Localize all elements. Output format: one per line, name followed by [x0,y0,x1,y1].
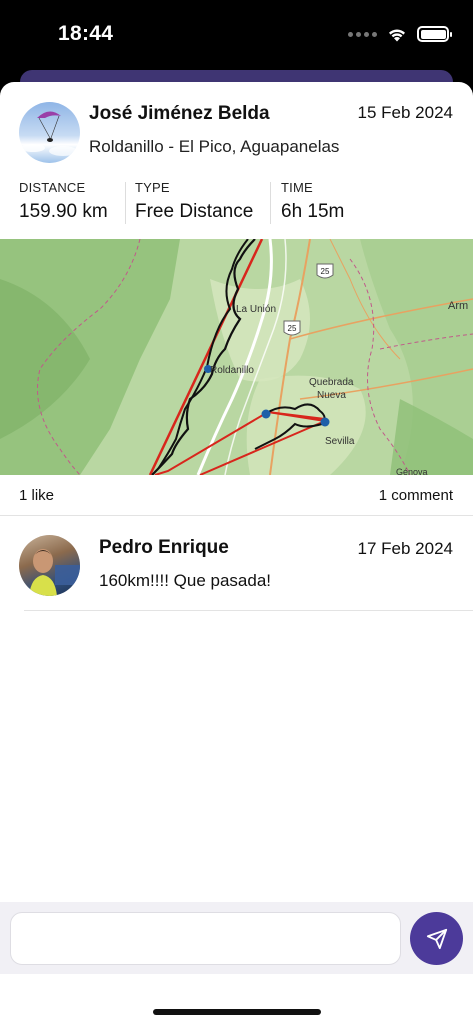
stat-time: TIME 6h 15m [281,180,344,226]
battery-icon [417,26,452,42]
map-label-arm: Arm [448,300,468,312]
comment-composer [0,902,473,974]
stat-label: TYPE [135,180,170,195]
comments-count[interactable]: 1 comment [379,487,453,504]
signal-icon [348,31,377,37]
stat-label: TIME [281,180,313,195]
svg-text:25: 25 [321,267,330,276]
person-icon [29,549,80,596]
stat-label: DISTANCE [19,180,86,195]
flight-detail-sheet: José Jiménez Belda 15 Feb 2024 Roldanill… [0,82,473,1024]
highway-shield: 25 [283,320,301,336]
comment-divider [24,610,473,611]
status-time: 18:44 [58,22,114,45]
stat-divider [125,182,126,224]
send-icon [426,928,447,949]
map-label-genova: Génova [396,467,428,475]
map-label-nueva: Nueva [317,390,346,401]
flight-date: 15 Feb 2024 [357,103,453,122]
paraglider-icon [21,111,77,156]
stat-value: Free Distance [135,201,254,222]
status-bar: 18:44 [0,0,473,70]
stat-distance: DISTANCE 159.90 km [19,180,108,226]
commenter-avatar[interactable] [19,535,80,596]
social-bar: 1 like 1 comment [0,475,473,516]
pilot-name[interactable]: José Jiménez Belda [89,103,270,125]
map-label-sevilla: Sevilla [325,436,355,447]
highway-shield: 25 [316,263,334,279]
status-icons [348,26,452,42]
comment-item: Pedro Enrique 17 Feb 2024 160km!!!! Que … [0,516,473,611]
flight-stats: DISTANCE 159.90 km TYPE Free Distance TI… [0,180,473,230]
home-indicator[interactable] [153,1009,321,1015]
flight-place: Roldanillo - El Pico, Aguapanelas [89,137,340,156]
comment-text: 160km!!!! Que pasada! [99,571,271,590]
flight-map[interactable]: 25 25 La Unión Roldanillo Quebrada Nueva… [0,239,473,475]
stat-value: 159.90 km [19,201,108,222]
map-canvas[interactable]: 25 25 La Unión Roldanillo Quebrada Nueva… [0,239,473,475]
stat-type: TYPE Free Distance [135,180,253,226]
wifi-icon [389,29,405,41]
map-label-quebrada: Quebrada [309,377,354,388]
stat-value: 6h 15m [281,201,345,222]
likes-count[interactable]: 1 like [19,487,54,504]
commenter-name[interactable]: Pedro Enrique [99,537,229,559]
send-button[interactable] [410,912,463,965]
map-label-roldanillo: Roldanillo [210,365,254,376]
pilot-avatar[interactable] [19,102,80,163]
flight-header: José Jiménez Belda 15 Feb 2024 Roldanill… [0,82,473,170]
comment-input[interactable] [10,912,401,965]
stat-divider [270,182,271,224]
comment-date: 17 Feb 2024 [357,539,453,558]
svg-text:25: 25 [288,324,297,333]
map-label-la-union: La Unión [236,304,276,315]
